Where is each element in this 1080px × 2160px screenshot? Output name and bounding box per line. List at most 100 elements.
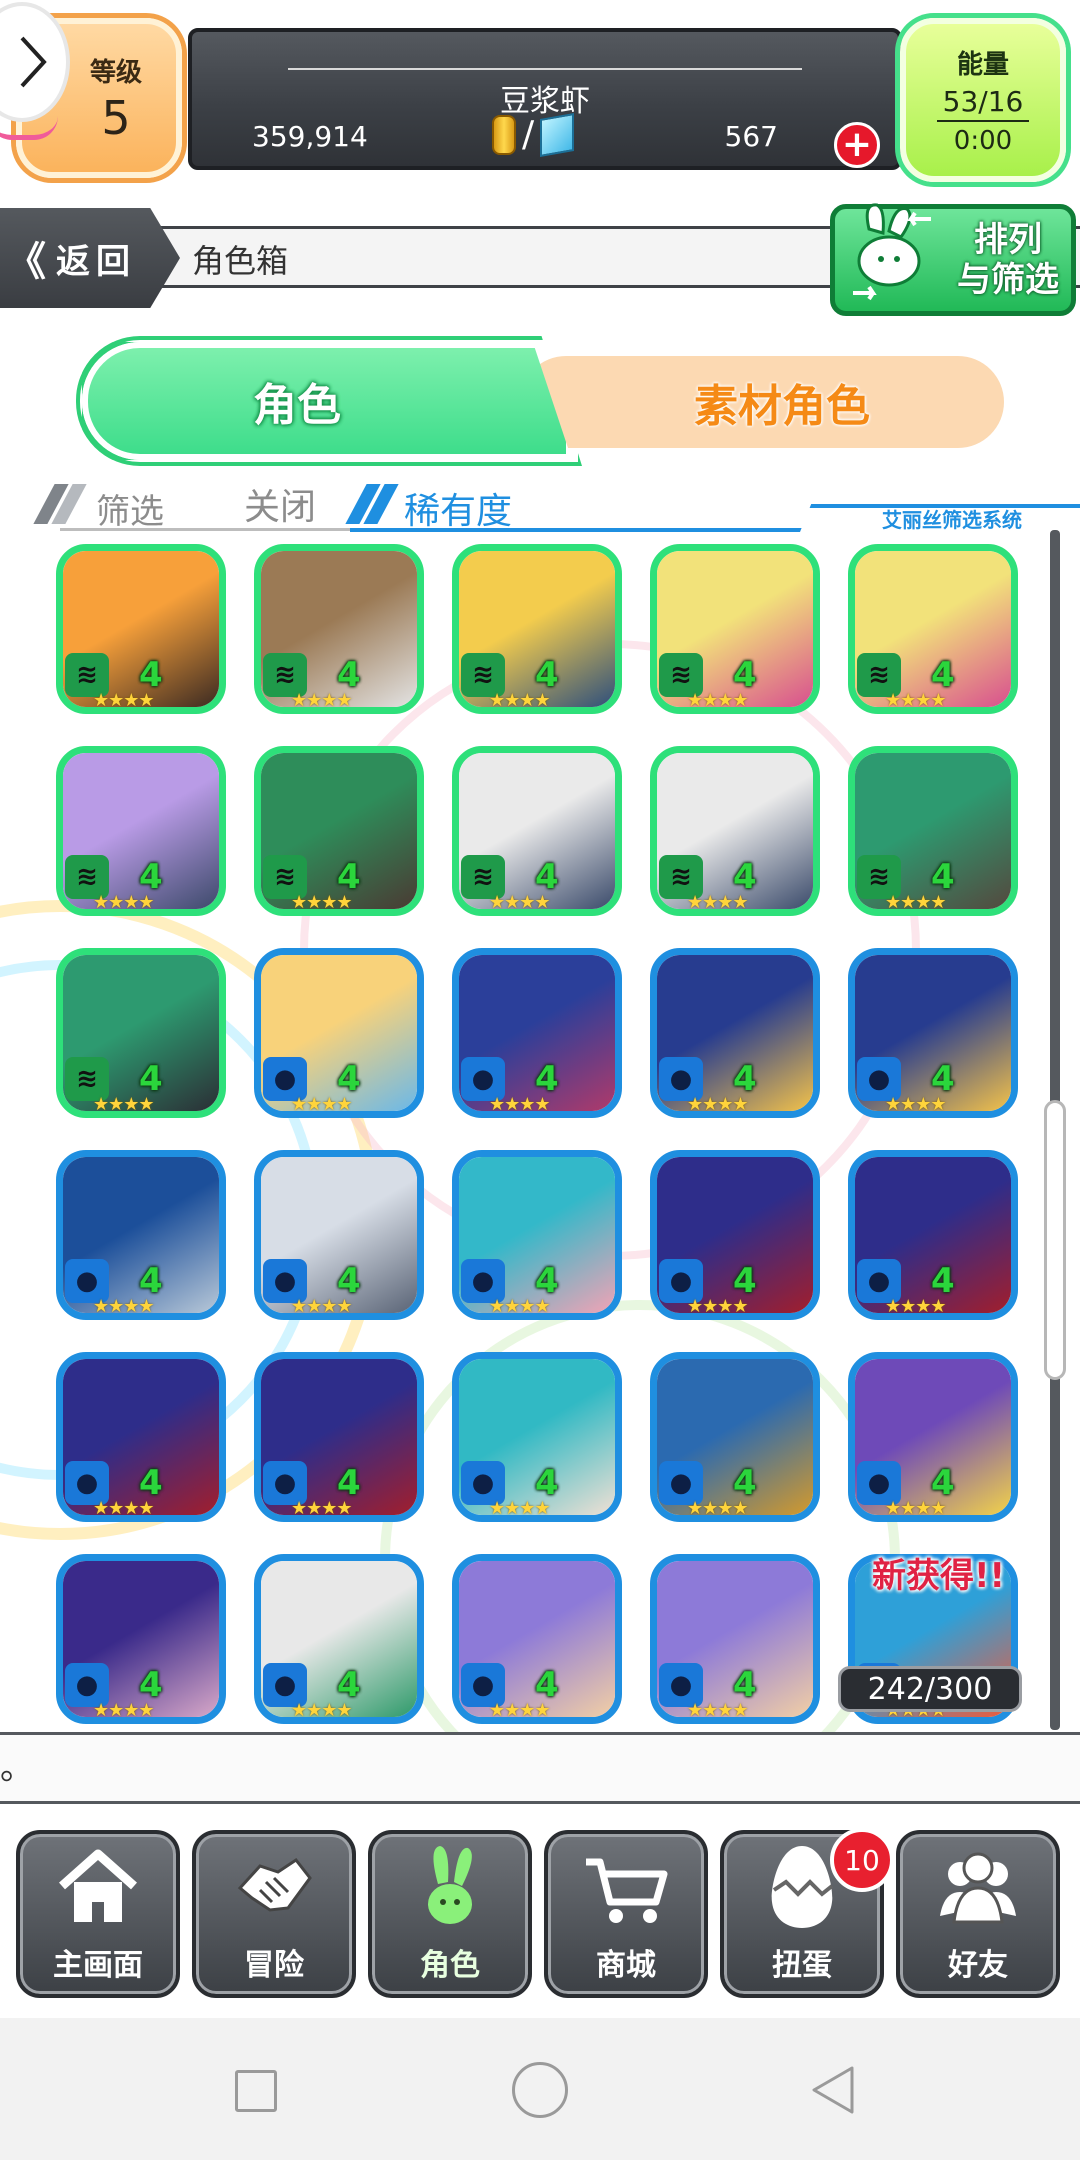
character-card[interactable]: ≋ 4 ★★★★ xyxy=(650,746,820,916)
nav-gacha-label: 扭蛋 xyxy=(772,1948,832,1983)
energy-panel[interactable]: 能量 53/16 0:00 xyxy=(900,18,1066,182)
character-card[interactable]: ●4★★★★ xyxy=(254,1352,424,1522)
recent-apps-button[interactable] xyxy=(235,2070,277,2112)
character-card[interactable]: ●4★★★★ xyxy=(254,1554,424,1724)
character-card[interactable]: ●4★★★★ xyxy=(254,948,424,1118)
rarity-stars: ★★★★ xyxy=(489,1700,551,1721)
character-card[interactable]: ≋ 4 ★★★★ xyxy=(254,544,424,714)
character-level: 4 xyxy=(931,857,955,897)
currency-icons: / xyxy=(492,112,575,157)
filter-system-label: 艾丽丝筛选系统 xyxy=(800,504,1080,532)
rarity-stars: ★★★★ xyxy=(687,1498,749,1519)
friends-icon xyxy=(940,1852,1016,1924)
sort-filter-button[interactable]: 排列 与筛选 xyxy=(830,203,1076,316)
new-acquired-badge: 新获得!! xyxy=(872,1556,1006,1596)
character-level: 4 xyxy=(931,1261,955,1301)
character-card[interactable]: ●4★★★★ xyxy=(650,1554,820,1724)
character-card[interactable]: ●4★★★★ xyxy=(56,1150,226,1320)
character-level: 4 xyxy=(337,655,361,695)
rarity-stars: ★★★★ xyxy=(489,690,551,711)
rarity-stars: ★★★★ xyxy=(489,1498,551,1519)
scrollbar-thumb[interactable] xyxy=(1044,1100,1066,1380)
nav-friends[interactable]: 好友 xyxy=(896,1830,1060,1998)
back-label: 返回 xyxy=(56,241,136,282)
rarity-stars: ★★★★ xyxy=(885,690,947,711)
nav-home[interactable]: 主画面 xyxy=(16,1830,180,1998)
character-card[interactable]: ●4★★★★ xyxy=(848,1150,1018,1320)
character-level: 4 xyxy=(139,1059,163,1099)
character-card[interactable]: ≋ 4 ★★★★ xyxy=(452,746,622,916)
character-level: 4 xyxy=(535,1261,559,1301)
character-card[interactable]: ≋ 4 ★★★★ xyxy=(848,544,1018,714)
box-capacity: 242/300 xyxy=(838,1666,1022,1712)
character-level: 4 xyxy=(733,655,757,695)
rarity-stars: ★★★★ xyxy=(93,1498,155,1519)
character-card[interactable]: ≋ 4 ★★★★ xyxy=(56,948,226,1118)
nav-adventure-label: 冒险 xyxy=(244,1948,304,1983)
character-card[interactable]: ●4★★★★ xyxy=(650,1352,820,1522)
character-card[interactable]: ●4★★★★ xyxy=(848,948,1018,1118)
character-card[interactable]: ●4★★★★ xyxy=(254,1150,424,1320)
nav-characters-label: 角色 xyxy=(420,1948,480,1983)
rarity-stars: ★★★★ xyxy=(489,1296,551,1317)
rarity-stars: ★★★★ xyxy=(291,1700,353,1721)
nav-adventure[interactable]: 冒险 xyxy=(192,1830,356,1998)
character-card[interactable]: ≋ 4 ★★★★ xyxy=(56,746,226,916)
character-level: 4 xyxy=(139,655,163,695)
rarity-stars: ★★★★ xyxy=(885,1296,947,1317)
rabbit-arrows-icon xyxy=(853,203,931,301)
character-card[interactable]: ≋ 4 ★★★★ xyxy=(650,544,820,714)
level-value: 5 xyxy=(101,90,131,145)
character-card[interactable]: ≋ 4 ★★★★ xyxy=(56,544,226,714)
character-card[interactable]: ●4★★★★ xyxy=(56,1352,226,1522)
character-card[interactable]: ●4★★★★ xyxy=(650,1150,820,1320)
buy-gems-button[interactable]: + xyxy=(834,122,880,168)
character-level: 4 xyxy=(535,1665,559,1705)
nav-characters[interactable]: 角色 xyxy=(368,1830,532,1998)
rarity-stars: ★★★★ xyxy=(291,892,353,913)
rarity-stars: ★★★★ xyxy=(291,1094,353,1115)
filter-toggle[interactable]: 关闭 xyxy=(244,478,316,530)
tab-material-characters[interactable]: 素材角色 xyxy=(520,356,1004,448)
bottom-nav: 主画面 冒险 角色 商城 扭蛋 好友 xyxy=(0,1804,1080,2018)
character-level: 4 xyxy=(733,1463,757,1503)
rarity-stars: ★★★★ xyxy=(93,1094,155,1115)
character-card[interactable]: ●4★★★★ xyxy=(56,1554,226,1724)
back-button[interactable]: 《 返回 xyxy=(0,208,180,308)
character-level: 4 xyxy=(535,1059,559,1099)
gem-count: 567 xyxy=(724,120,778,153)
double-chevron-left-icon: 《 xyxy=(6,239,46,285)
character-card[interactable]: ●4★★★★ xyxy=(452,948,622,1118)
energy-value: 53/16 xyxy=(936,85,1030,122)
character-level: 4 xyxy=(139,857,163,897)
tab-characters[interactable]: 角色 xyxy=(82,342,572,460)
message-strip: 。 xyxy=(0,1732,1080,1804)
rarity-stars: ★★★★ xyxy=(687,892,749,913)
character-level: 4 xyxy=(139,1665,163,1705)
rarity-stars: ★★★★ xyxy=(687,690,749,711)
energy-label: 能量 xyxy=(956,50,1009,80)
back-triangle-icon[interactable] xyxy=(808,2064,858,2116)
character-card[interactable]: ●4★★★★ xyxy=(452,1150,622,1320)
cart-icon xyxy=(586,1858,668,1923)
character-level: 4 xyxy=(337,1463,361,1503)
home-button[interactable] xyxy=(512,2062,568,2118)
character-card[interactable]: ≋ 4 ★★★★ xyxy=(452,544,622,714)
rarity-stars: ★★★★ xyxy=(687,1700,749,1721)
character-card[interactable]: ≋ 4 ★★★★ xyxy=(254,746,424,916)
character-card[interactable]: ≋ 4 ★★★★ xyxy=(848,746,1018,916)
player-info-bar: 豆浆虾 359,914 / 567 + xyxy=(188,28,902,170)
rarity-stars: ★★★★ xyxy=(291,1498,353,1519)
character-card[interactable]: ●4★★★★ xyxy=(452,1352,622,1522)
rarity-stars: ★★★★ xyxy=(291,1296,353,1317)
character-card[interactable]: ●4★★★★ xyxy=(452,1554,622,1724)
character-level: 4 xyxy=(931,1059,955,1099)
sort-label-line1: 排列 xyxy=(974,220,1042,260)
sort-rarity-button[interactable]: 稀有度 xyxy=(404,482,512,534)
rarity-stars: ★★★★ xyxy=(93,690,155,711)
filter-underline xyxy=(60,528,350,531)
character-level: 4 xyxy=(139,1463,163,1503)
character-card[interactable]: ●4★★★★ xyxy=(848,1352,1018,1522)
character-card[interactable]: ●4★★★★ xyxy=(650,948,820,1118)
nav-shop[interactable]: 商城 xyxy=(544,1830,708,1998)
